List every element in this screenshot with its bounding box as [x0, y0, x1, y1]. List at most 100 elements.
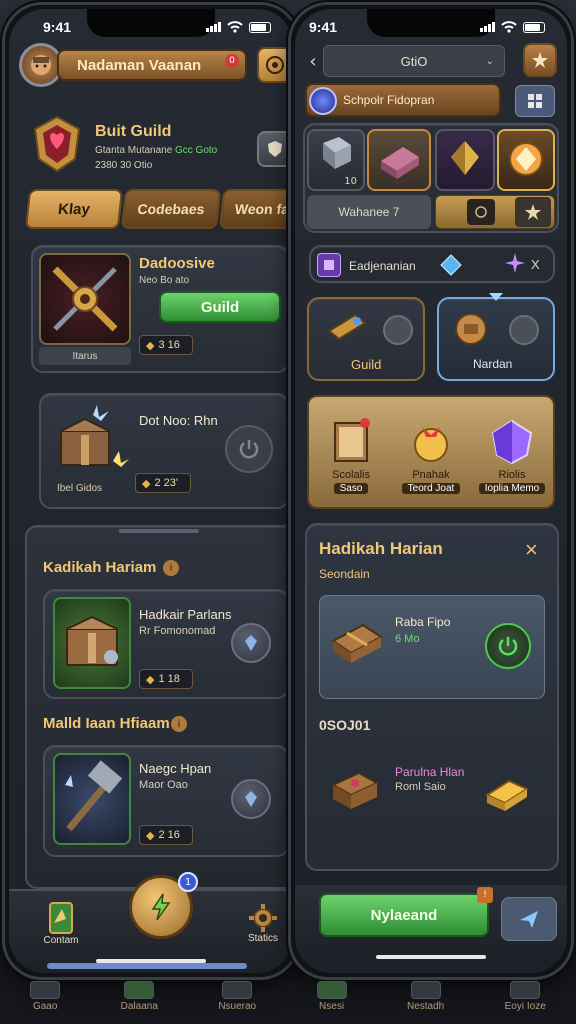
home-indicator-right[interactable] — [376, 955, 486, 959]
inventory-slot-2[interactable] — [367, 129, 431, 191]
strip-item-3: Nsuerao — [218, 980, 256, 1012]
strip-label-2: Dalaana — [120, 1000, 158, 1012]
item2-caption: Ibel Gidos — [57, 483, 103, 494]
card-nardan-label: Nardan — [473, 357, 513, 371]
power-icon-green — [498, 637, 518, 656]
grid-button[interactable] — [515, 85, 555, 117]
home-indicator[interactable] — [96, 959, 206, 963]
nav-contam[interactable]: Contam — [33, 895, 89, 951]
chest-icon — [66, 615, 118, 666]
battery-icon-right — [523, 21, 545, 33]
daily-row2-price: ◆ 2 16 — [139, 825, 193, 845]
chest-slot — [53, 597, 131, 689]
player-name-bar[interactable]: Nadaman Vaanan 0 — [57, 49, 247, 81]
inventory-slot-4[interactable] — [497, 129, 555, 191]
book-icon — [334, 417, 370, 462]
status-bar: 9:41 — [9, 15, 293, 39]
nav-center-button[interactable]: 1 — [129, 872, 198, 939]
popup-power-button[interactable] — [485, 623, 531, 669]
tab-weon[interactable]: Weon fa — [218, 189, 293, 229]
confirm-button[interactable]: Nylaeand — [319, 893, 489, 937]
reward-item-2[interactable]: Pnahak Teord Joat — [391, 403, 471, 505]
claim-button-1[interactable] — [231, 623, 271, 663]
reward-3-line2: Ioplia Memo — [478, 482, 546, 494]
coin-icon: ◆ — [146, 339, 155, 352]
back-arrow-icon[interactable]: ‹ — [303, 49, 323, 73]
inventory-caption-bar: Wahanee 7 — [307, 195, 431, 229]
share-button[interactable] — [501, 897, 557, 941]
category-gem-icon[interactable] — [437, 251, 465, 279]
strip-item-2: Dalaana — [120, 980, 158, 1012]
weapon-caption: Itarus — [72, 350, 98, 362]
daily-title: Kadikah Hariam — [43, 559, 157, 576]
filter-button[interactable] — [467, 199, 495, 225]
reward-item-3[interactable]: Riolis Ioplia Memo — [471, 403, 553, 505]
power-button[interactable] — [225, 425, 273, 473]
tab-klay[interactable]: Klay — [24, 189, 124, 229]
signal-icon — [206, 22, 221, 32]
popup-card-title: Raba Fipo — [395, 615, 451, 629]
bookmark-star-button[interactable] — [515, 197, 551, 227]
popup-close-icon[interactable]: × — [525, 537, 538, 563]
power-icon — [239, 440, 259, 459]
nav-center-badge: 1 — [178, 872, 198, 892]
coin-icon-3: ◆ — [146, 673, 155, 686]
status-time-right: 9:41 — [309, 19, 338, 35]
inventory-slot-3[interactable] — [435, 129, 495, 191]
daily-row1-price-value: 1 18 — [158, 673, 180, 685]
info-icon-2[interactable]: i — [171, 716, 187, 732]
crystal-icon — [451, 141, 479, 175]
gem-icon-2 — [245, 791, 257, 807]
popup-row-sub: Roml Saio — [395, 781, 446, 793]
info-icon[interactable]: i — [163, 560, 179, 576]
gold-orb-icon — [414, 426, 448, 462]
inventory-slot-1[interactable]: 10 — [307, 129, 365, 191]
signal-icon-right — [480, 22, 495, 32]
category-tab-label[interactable]: Eadjenanian — [349, 259, 416, 273]
screen-left: 9:41 Nadaman Vaanan 0 Buit Guild Gtanta … — [9, 9, 293, 973]
weapon-slot-2 — [53, 753, 131, 845]
strip-icon-1 — [30, 980, 61, 999]
background-bottom-strip: Gaao Dalaana Nsuerao Nsesi Nestadh Eoyi … — [0, 968, 576, 1024]
guild-button[interactable]: Guild — [159, 291, 281, 323]
inventory-count: 10 — [344, 176, 357, 187]
star-icon — [532, 52, 548, 68]
category-close-icon[interactable]: X — [531, 257, 540, 272]
guild-line2: 2380 30 Otio — [95, 160, 153, 171]
section2-title: Malld Iaan Hfiaam — [43, 715, 170, 732]
reward-3-line1: Riolis — [498, 468, 526, 481]
notification-badge: 0 — [225, 54, 239, 68]
guild-button-label: Guild — [200, 298, 240, 316]
ingot-icon — [381, 147, 419, 179]
category-sparkle-icon[interactable] — [503, 251, 527, 275]
tab-codebaes[interactable]: Codebaes — [120, 189, 222, 229]
battery-icon — [249, 21, 271, 33]
gem-icon — [245, 635, 257, 651]
strip-item-5: Nestadh — [407, 980, 444, 1012]
player-name: Nadaman Vaanan — [77, 56, 202, 74]
nav-contam-label: Contam — [43, 934, 79, 946]
scroll-icon — [325, 309, 369, 349]
strip-label-1: Gaao — [32, 1000, 58, 1012]
phone-left: 9:41 Nadaman Vaanan 0 Buit Guild Gtanta … — [2, 2, 300, 980]
status-time: 9:41 — [43, 19, 72, 35]
tab-weon-label: Weon fa — [234, 201, 290, 217]
favorite-button[interactable] — [523, 43, 557, 77]
daily-row1-subtitle: Rr Fomonomad — [139, 625, 216, 637]
status-icons — [206, 21, 271, 33]
weapon-slot[interactable] — [39, 253, 131, 345]
shield-icon — [268, 141, 282, 157]
claim-button-2[interactable] — [231, 779, 271, 819]
reward-item-1[interactable]: Scolalis Saso — [313, 403, 389, 505]
gold-bar-icon[interactable] — [479, 765, 535, 817]
guild-crest-icon — [31, 115, 83, 173]
plane-icon — [520, 911, 538, 928]
strip-item-1: Gaao — [30, 980, 61, 1012]
strip-icon-6 — [510, 980, 541, 999]
coin-icon-4: ◆ — [146, 829, 155, 842]
wifi-icon — [227, 21, 243, 33]
nav-statics[interactable]: Statics — [235, 895, 291, 951]
title-dropdown[interactable]: GtiO ⌄ — [323, 45, 505, 77]
item2-price-value: 2 23' — [154, 477, 178, 489]
phone-right: 9:41 ‹ GtiO ⌄ Schpolr Fidopran 10 Wahane… — [288, 2, 574, 980]
